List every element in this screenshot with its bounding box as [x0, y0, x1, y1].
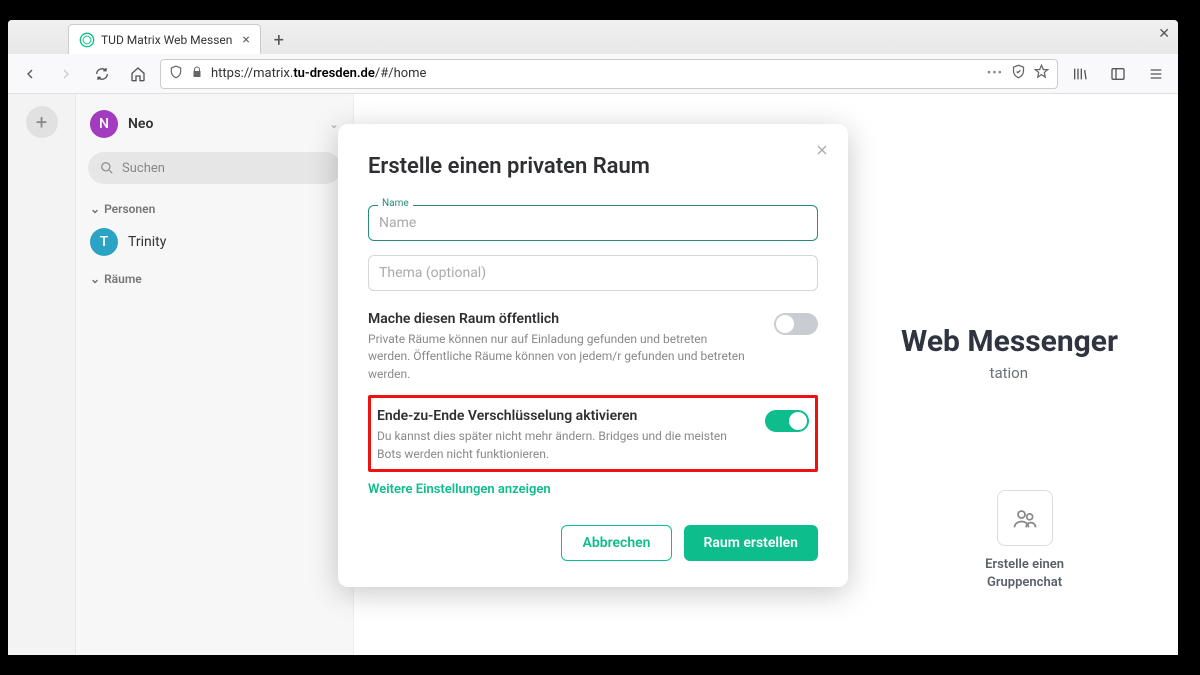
tab-bar: TUD Matrix Web Messen × + ✕ — [8, 20, 1178, 54]
modal-close-button[interactable] — [814, 142, 830, 162]
room-topic-input[interactable] — [368, 255, 818, 291]
create-button[interactable]: Raum erstellen — [684, 525, 819, 561]
sidebar: N Neo ⌄ Suchen Personen T Trinity Räume — [76, 94, 354, 655]
e2e-highlight: Ende-zu-Ende Verschlüsselung aktivieren … — [368, 395, 818, 472]
chevron-down-icon: ⌄ — [329, 117, 339, 131]
search-placeholder: Suchen — [122, 161, 165, 176]
shield-icon — [169, 65, 183, 83]
modal-actions: Abbrechen Raum erstellen — [368, 525, 818, 561]
left-rail: + — [8, 94, 76, 655]
public-setting-title: Mache diesen Raum öffentlich — [368, 311, 748, 327]
browser-toolbar: https://matrix.tu-dresden.de/#/home ••• — [8, 54, 1178, 94]
url-text: https://matrix.tu-dresden.de/#/home — [211, 66, 979, 81]
bg-card-groupchat[interactable]: Erstelle einenGruppenchat — [985, 490, 1064, 592]
public-setting-row: Mache diesen Raum öffentlich Private Räu… — [368, 311, 818, 383]
more-icon[interactable]: ••• — [987, 66, 1003, 81]
tab-title: TUD Matrix Web Messen — [101, 33, 232, 47]
contact-avatar: T — [90, 228, 118, 256]
e2e-toggle[interactable] — [765, 410, 809, 432]
menu-button[interactable] — [1142, 60, 1170, 88]
user-avatar: N — [90, 110, 118, 138]
e2e-setting-title: Ende-zu-Ende Verschlüsselung aktivieren — [377, 408, 749, 424]
section-people[interactable]: Personen — [76, 192, 353, 222]
protection-icon[interactable] — [1011, 64, 1026, 83]
user-name: Neo — [128, 116, 153, 132]
forward-button[interactable] — [52, 60, 80, 88]
public-setting-desc: Private Räume können nur auf Einladung g… — [368, 331, 748, 383]
search-input[interactable]: Suchen — [88, 152, 341, 184]
bookmark-icon[interactable] — [1034, 64, 1049, 83]
tab-close-icon[interactable]: × — [242, 32, 249, 48]
room-name-input[interactable] — [368, 205, 818, 241]
section-rooms[interactable]: Räume — [76, 262, 353, 292]
bg-title: Web Messenger — [901, 324, 1118, 359]
name-field-label: Name — [378, 198, 413, 209]
new-tab-button[interactable]: + — [265, 26, 293, 54]
e2e-setting-row: Ende-zu-Ende Verschlüsselung aktivieren … — [377, 408, 809, 463]
rail-add-button[interactable]: + — [26, 106, 58, 138]
app-content: + N Neo ⌄ Suchen Personen T Trinity Räum… — [8, 94, 1178, 655]
address-bar[interactable]: https://matrix.tu-dresden.de/#/home ••• — [160, 59, 1058, 89]
contact-name: Trinity — [128, 234, 166, 250]
sidebar-button[interactable] — [1104, 60, 1132, 88]
create-room-modal: Erstelle einen privaten Raum Name Mache … — [338, 124, 848, 587]
contact-row[interactable]: T Trinity — [76, 222, 353, 262]
group-icon — [997, 490, 1053, 546]
user-header[interactable]: N Neo ⌄ — [76, 104, 353, 144]
public-toggle[interactable] — [774, 313, 818, 335]
lock-icon — [191, 66, 203, 82]
library-button[interactable] — [1066, 60, 1094, 88]
tab-favicon — [79, 32, 95, 48]
modal-title: Erstelle einen privaten Raum — [368, 154, 818, 179]
reload-button[interactable] — [88, 60, 116, 88]
bg-subtitle: tation — [990, 364, 1028, 382]
home-button[interactable] — [124, 60, 152, 88]
more-settings-link[interactable]: Weitere Einstellungen anzeigen — [368, 482, 551, 497]
search-icon — [100, 161, 114, 175]
back-button[interactable] — [16, 60, 44, 88]
window-close-icon[interactable]: ✕ — [1158, 26, 1170, 42]
e2e-setting-desc: Du kannst dies später nicht mehr ändern.… — [377, 428, 749, 463]
cancel-button[interactable]: Abbrechen — [561, 525, 671, 561]
browser-tab[interactable]: TUD Matrix Web Messen × — [68, 24, 261, 54]
bg-card-label: Erstelle einenGruppenchat — [985, 556, 1064, 592]
browser-window: TUD Matrix Web Messen × + ✕ https://matr… — [8, 20, 1178, 655]
